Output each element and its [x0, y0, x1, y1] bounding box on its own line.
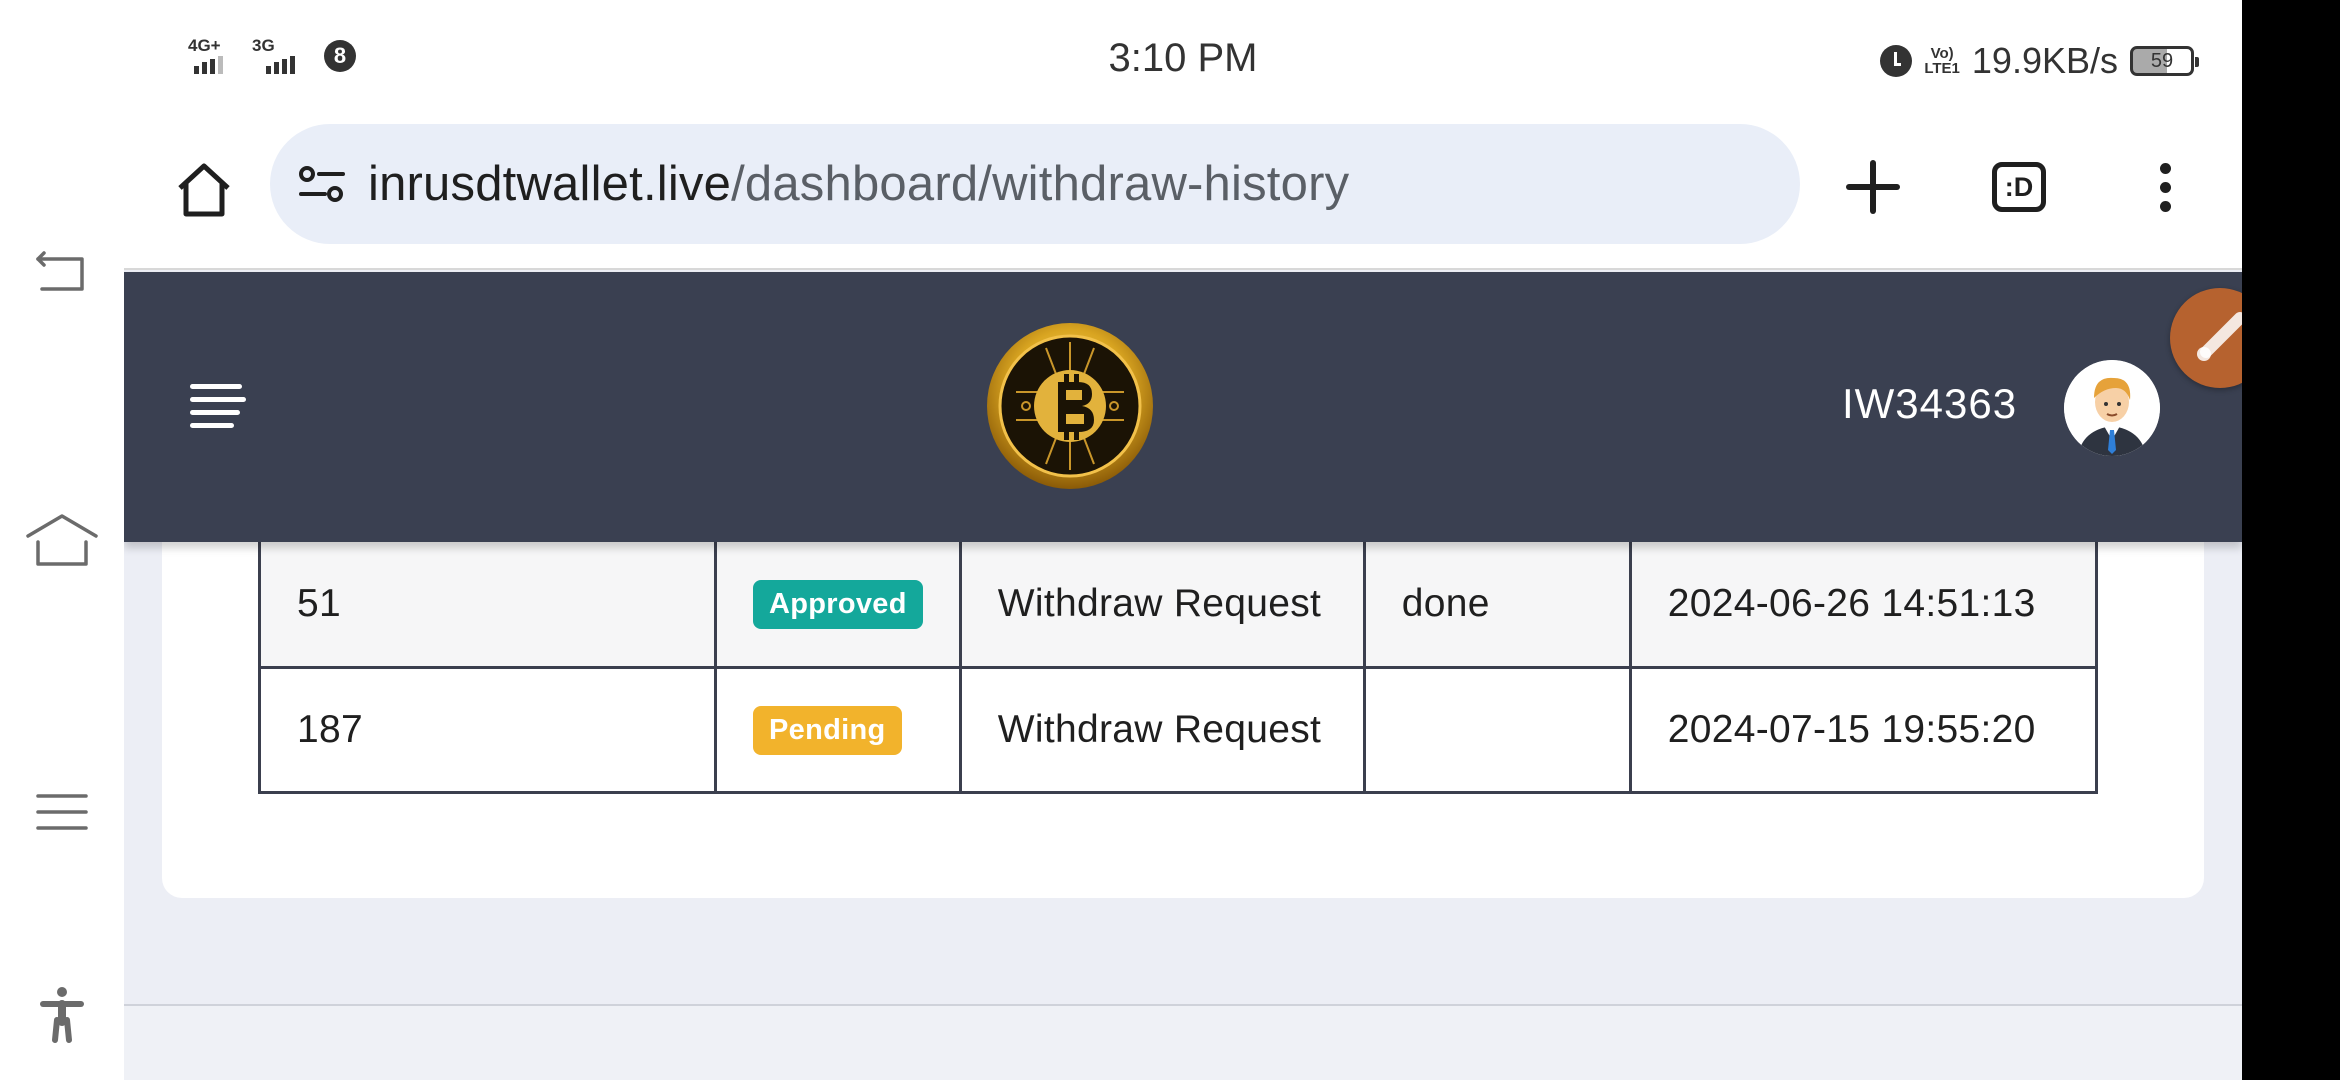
table-row: 187 Pending Withdraw Request 2024-07-15 … [258, 665, 2098, 794]
screen-edge [2242, 0, 2340, 1080]
cell-amount: 187 [258, 665, 717, 794]
recents-icon[interactable] [22, 772, 102, 852]
cell-date: 2024-07-15 19:55:20 [1628, 665, 2098, 794]
page-footer-area [124, 1006, 2242, 1080]
url-path: /dashboard/withdraw-history [731, 157, 1350, 211]
more-vert-icon [2159, 162, 2171, 212]
status-badge: Approved [753, 579, 923, 629]
browser-menu-button[interactable] [2120, 142, 2210, 232]
status-bar: 4G+ 3G 8 3:10 PM Vo) LTE1 19.9KB/s 59 [124, 0, 2242, 120]
bitcoin-logo[interactable] [986, 322, 1154, 490]
paintbrush-icon [2197, 312, 2242, 361]
cell-status: Pending [714, 665, 962, 794]
browser-screen: 4G+ 3G 8 3:10 PM Vo) LTE1 19.9KB/s 59 in… [124, 0, 2242, 1080]
back-icon[interactable] [22, 230, 102, 310]
status-badge: Pending [753, 705, 902, 755]
cell-amount: 51 [258, 542, 717, 669]
site-settings-icon[interactable] [294, 156, 350, 212]
cell-type: Withdraw Request [958, 542, 1366, 669]
home-icon[interactable] [22, 500, 102, 580]
site-header: IW34363 [124, 272, 2242, 542]
alarm-icon [1880, 45, 1913, 77]
battery-icon: 59 [2130, 46, 2199, 76]
url-domain: inrusdtwallet.live [368, 157, 732, 211]
floating-edit-button[interactable] [2170, 288, 2242, 388]
cell-date: 2024-06-26 14:51:13 [1628, 542, 2098, 669]
url-text[interactable]: inrusdtwallet.live/dashboard/withdraw-hi… [368, 156, 1349, 212]
table-row: 51 Approved Withdraw Request done 2024-0… [258, 542, 2098, 669]
address-bar[interactable]: inrusdtwallet.live/dashboard/withdraw-hi… [270, 124, 1800, 244]
network-speed: 19.9KB/s [1971, 40, 2118, 81]
cell-remark [1362, 665, 1632, 794]
user-id: IW34363 [1842, 380, 2018, 427]
system-nav-bar [0, 0, 124, 1080]
avatar[interactable] [2064, 360, 2160, 456]
battery-level: 59 [2150, 49, 2174, 72]
tab-switcher-label: :D [1992, 162, 2046, 212]
browser-home-icon[interactable] [164, 150, 244, 230]
new-tab-button[interactable] [1828, 142, 1918, 232]
accessibility-icon[interactable] [22, 974, 102, 1054]
withdraw-history-table: 51 Approved Withdraw Request done 2024-0… [258, 542, 2098, 794]
cell-status: Approved [714, 542, 962, 669]
cell-type: Withdraw Request [958, 665, 1366, 794]
cell-remark: done [1362, 542, 1632, 669]
hamburger-menu-icon[interactable] [190, 384, 246, 428]
browser-toolbar: inrusdtwallet.live/dashboard/withdraw-hi… [124, 120, 2242, 270]
tab-switcher-button[interactable]: :D [1974, 142, 2064, 232]
volte-icon: Vo) LTE1 [1924, 45, 1960, 77]
